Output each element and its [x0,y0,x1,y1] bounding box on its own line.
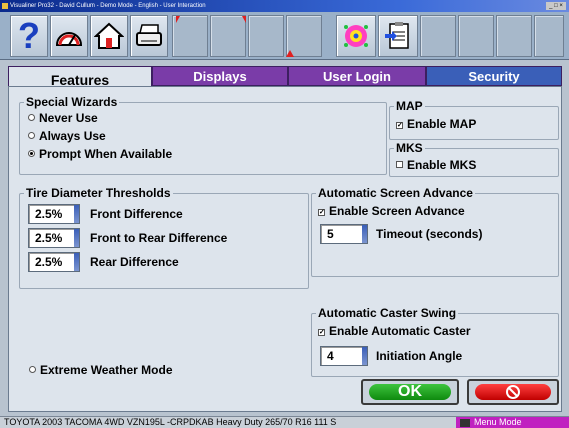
tab-bar: Features Displays User Login Security [8,66,562,90]
mks-title: MKS [394,141,425,155]
toolbar-slot-5[interactable] [420,15,456,57]
mode-label: Menu Mode [474,417,522,427]
cancel-button[interactable] [467,379,559,405]
app-icon [2,3,8,9]
map-title: MAP [394,99,425,113]
checkbox-label: Enable MAP [407,117,477,131]
print-button[interactable] [130,15,168,57]
spinner-arrows-icon[interactable] [74,229,79,247]
front-difference-spinner[interactable]: 2.5% [28,204,80,224]
spinner-arrows-icon[interactable] [74,253,79,271]
rear-difference-label: Rear Difference [90,255,179,269]
tire-thresholds-title: Tire Diameter Thresholds [24,186,173,200]
radio-icon [28,114,35,121]
help-button[interactable]: ? [10,15,48,57]
mode-indicator: Menu Mode [456,417,569,428]
rear-difference-spinner[interactable]: 2.5% [28,252,80,272]
enable-map-checkbox[interactable]: ✓ Enable MAP [396,117,476,131]
alignment-icon [55,32,83,46]
ok-label: OK [369,383,451,400]
alignment-button[interactable] [50,15,88,57]
window-title: Visualiner Pro32 - David Cullum - Demo M… [10,3,206,9]
help-icon: ? [18,15,40,56]
vehicle-info: TOYOTA 2003 TACOMA 4WD VZN195L -CRPDKAB … [4,417,337,427]
wizard-button[interactable] [336,15,376,57]
home-button[interactable] [90,15,128,57]
home-icon [94,22,124,49]
printer-icon [136,24,162,46]
radio-label: Always Use [39,129,106,143]
enable-mks-checkbox[interactable]: Enable MKS [396,158,476,172]
initiation-angle-label: Initiation Angle [376,349,463,363]
checkbox-label: Enable MKS [407,158,477,172]
marker-icon [286,50,294,57]
radio-always-use[interactable]: Always Use [28,129,106,143]
front-difference-label: Front Difference [90,207,183,221]
checkbox-checked-icon: ✓ [396,122,403,129]
cancel-pill [475,384,551,400]
radio-label: Prompt When Available [39,147,173,161]
spinner-arrows-icon[interactable] [362,225,367,243]
radio-selected-icon [28,150,35,157]
special-wizards-title: Special Wizards [24,95,120,109]
special-wizards-group: Special Wizards Never Use Always Use Pro… [19,95,387,175]
spinner-arrows-icon[interactable] [362,347,367,365]
enable-screen-advance-checkbox[interactable]: ✓ Enable Screen Advance [318,204,465,218]
status-bar: TOYOTA 2003 TACOMA 4WD VZN195L -CRPDKAB … [0,416,569,428]
timeout-label: Timeout (seconds) [376,227,483,241]
toolbar-slot-3[interactable] [248,15,284,57]
checkbox-label: Enable Screen Advance [329,204,465,218]
radio-label: Never Use [39,111,98,125]
settings-wizard-icon [344,25,368,47]
spinner-value: 2.5% [35,231,63,245]
caster-swing-group: Automatic Caster Swing ✓ Enable Automatic… [311,306,559,377]
initiation-angle-spinner[interactable]: 4 [320,346,368,366]
radio-icon [29,366,36,373]
tab-security[interactable]: Security [426,66,562,86]
radio-prompt-when-available[interactable]: Prompt When Available [28,147,172,161]
clipboard-icon [385,22,409,49]
radio-extreme-weather[interactable]: Extreme Weather Mode [29,363,173,377]
marker-icon [242,16,246,23]
radio-never-use[interactable]: Never Use [28,111,98,125]
toolbar-slot-6[interactable] [458,15,494,57]
toolbar-slot-2[interactable] [210,15,246,57]
cancel-icon [506,385,520,399]
window-title-bar: Visualiner Pro32 - David Cullum - Demo M… [0,0,569,12]
toolbar-slot-8[interactable] [534,15,564,57]
spinner-value: 2.5% [35,207,63,221]
tab-user-login[interactable]: User Login [288,66,426,86]
features-panel: Special Wizards Never Use Always Use Pro… [8,86,562,412]
checkbox-label: Enable Automatic Caster [329,324,471,338]
tire-thresholds-group: Tire Diameter Thresholds 2.5% Front Diff… [19,186,309,289]
spinner-arrows-icon[interactable] [74,205,79,223]
radio-icon [28,132,35,139]
front-rear-difference-spinner[interactable]: 2.5% [28,228,80,248]
toolbar-slot-7[interactable] [496,15,532,57]
screen-advance-title: Automatic Screen Advance [316,186,475,200]
screen-advance-group: Automatic Screen Advance ✓ Enable Screen … [311,186,559,277]
spinner-value: 2.5% [35,255,63,269]
toolbar: ? [0,12,569,60]
spinner-value: 4 [327,349,334,363]
radio-label: Extreme Weather Mode [40,363,173,377]
front-rear-difference-label: Front to Rear Difference [90,231,228,245]
spinner-value: 5 [327,227,334,241]
caster-swing-title: Automatic Caster Swing [316,306,459,320]
timeout-spinner[interactable]: 5 [320,224,368,244]
map-group: MAP ✓ Enable MAP [389,99,559,140]
checkbox-checked-icon: ✓ [318,329,325,336]
ok-button[interactable]: OK [361,379,459,405]
report-button[interactable] [378,15,418,57]
marker-icon [176,16,180,23]
checkbox-icon [396,161,403,168]
mode-icon [460,419,470,427]
checkbox-checked-icon: ✓ [318,209,325,216]
tab-displays[interactable]: Displays [152,66,288,86]
enable-auto-caster-checkbox[interactable]: ✓ Enable Automatic Caster [318,324,471,338]
mks-group: MKS Enable MKS [389,141,559,177]
window-controls[interactable]: _ □ × [546,2,566,10]
